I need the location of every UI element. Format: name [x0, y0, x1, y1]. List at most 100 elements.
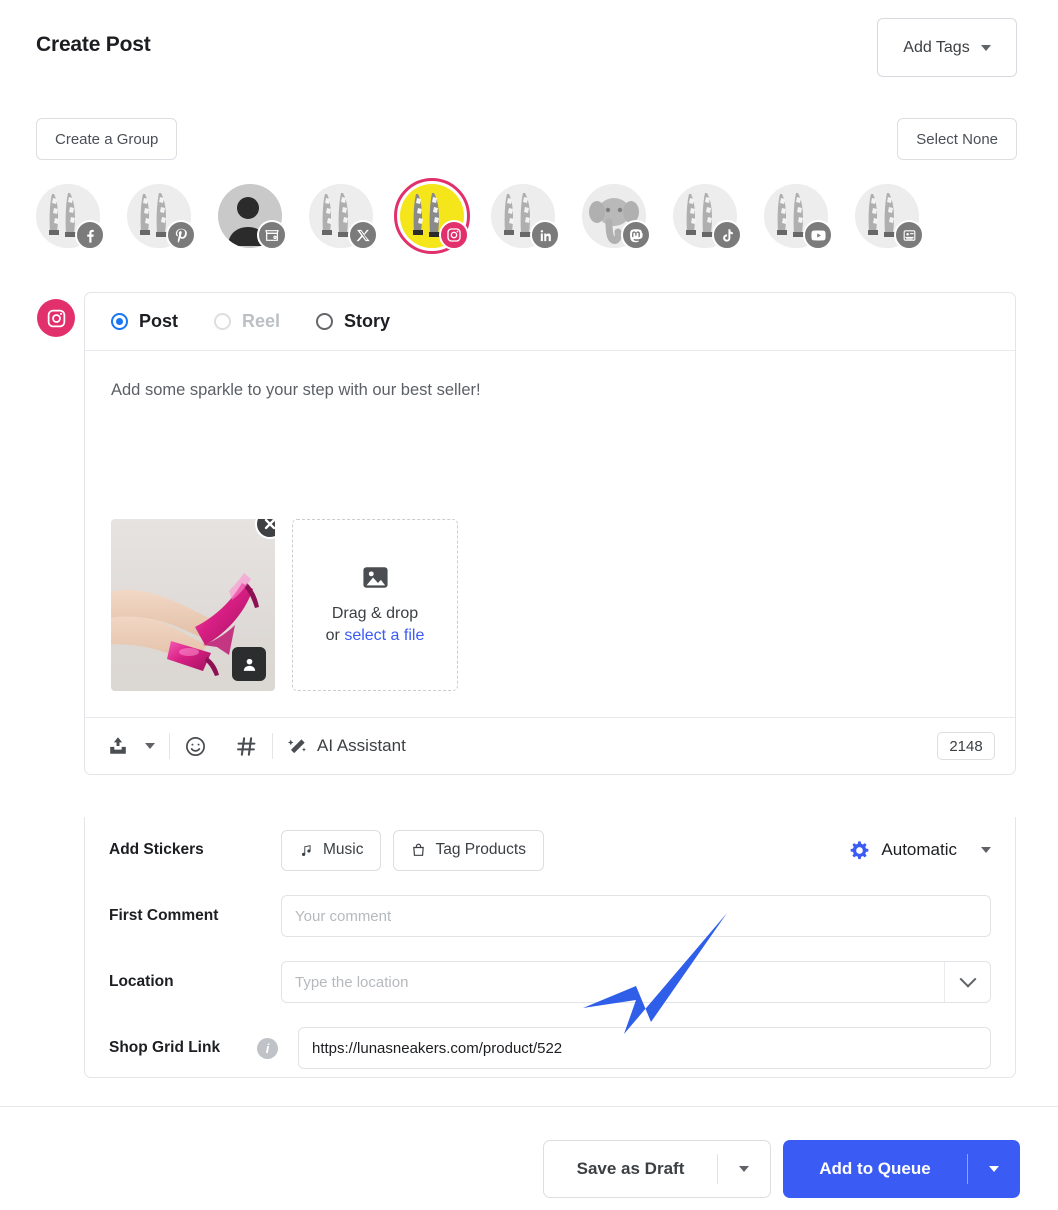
- image-placeholder-icon: [362, 567, 388, 589]
- tag-products-label: Tag Products: [435, 841, 526, 858]
- ai-assistant-button[interactable]: AI Assistant: [287, 736, 406, 757]
- account-avatar-x-twitter[interactable]: [309, 184, 378, 250]
- add-stickers-label: Add Stickers: [109, 841, 204, 858]
- shopping-bag-icon: [413, 843, 425, 856]
- emoji-picker-button[interactable]: [184, 735, 207, 758]
- post-type-label: Reel: [242, 311, 281, 331]
- account-avatar-instagram[interactable]: [394, 178, 470, 254]
- music-sticker-button[interactable]: Music: [281, 829, 382, 871]
- account-avatar-youtube[interactable]: [764, 184, 833, 250]
- radio-icon: [316, 313, 334, 330]
- instagram-network-icon: [37, 299, 75, 337]
- x-twitter-badge-icon: [348, 220, 378, 250]
- create-group-button[interactable]: Create a Group: [36, 118, 178, 160]
- select-none-label: Select None: [916, 130, 998, 148]
- account-avatar-facebook[interactable]: [36, 184, 105, 250]
- character-count: 2148: [937, 732, 995, 760]
- toolbar-divider: [272, 733, 273, 759]
- hashtag-button[interactable]: [235, 735, 258, 758]
- linkedin-badge-icon: [530, 220, 560, 250]
- dropzone-line2-prefix: or: [325, 627, 345, 644]
- post-type-reel: Reel: [214, 311, 280, 332]
- page-header: Create Post Add Tags: [0, 0, 1058, 96]
- upload-dropdown-button[interactable]: [145, 743, 155, 749]
- page-footer: Save as Draft Add to Queue: [0, 1107, 1058, 1210]
- dropzone-line1: Drag & drop: [331, 605, 419, 623]
- location-label: Location: [109, 973, 174, 990]
- account-avatar-pinterest[interactable]: [127, 184, 196, 250]
- chevron-down-icon: [959, 970, 976, 988]
- composer-toolbar: AI Assistant 2148: [85, 717, 1015, 774]
- save-as-draft-label: Save as Draft: [576, 1159, 685, 1178]
- location-placeholder: Type the location: [295, 973, 409, 991]
- media-thumbnail[interactable]: [111, 519, 275, 691]
- shop-grid-input[interactable]: https://lunasneakers.com/product/522: [298, 1027, 991, 1069]
- gear-icon: [851, 840, 869, 859]
- select-none-button[interactable]: Select None: [897, 118, 1017, 160]
- music-label: Music: [323, 841, 364, 858]
- create-post-page: Create Post Add Tags Create a Group Sele…: [0, 0, 1058, 1210]
- page-title: Create Post: [36, 33, 151, 56]
- save-as-draft-button[interactable]: Save as Draft: [543, 1140, 771, 1198]
- add-to-queue-label: Add to Queue: [819, 1159, 931, 1178]
- shop-grid-value: https://lunasneakers.com/product/522: [312, 1039, 563, 1057]
- magic-wand-icon: [287, 738, 306, 753]
- tiktok-badge-icon: [712, 220, 742, 250]
- account-selector: [36, 178, 1026, 270]
- account-avatar-tiktok[interactable]: [673, 184, 742, 250]
- location-row: Location Type the location: [85, 949, 1015, 1015]
- business-listing-badge-icon: [894, 220, 924, 250]
- first-comment-input[interactable]: Your comment: [281, 895, 991, 937]
- media-dropzone[interactable]: Drag & drop or select a file: [292, 519, 458, 691]
- caption-editor[interactable]: Add some sparkle to your step with our b…: [85, 351, 1015, 501]
- tag-products-button[interactable]: Tag Products: [393, 829, 544, 871]
- shop-grid-label: Shop Grid Link: [109, 1039, 221, 1056]
- hashtag-icon: [237, 736, 256, 756]
- post-options: Add Stickers Music Tag Products Automati…: [84, 817, 1016, 1078]
- location-input[interactable]: Type the location: [281, 961, 991, 1003]
- add-tags-label: Add Tags: [903, 38, 970, 56]
- post-type-label: Story: [344, 311, 391, 331]
- chevron-down-icon: [980, 44, 991, 51]
- add-tags-button[interactable]: Add Tags: [877, 18, 1017, 77]
- post-type-tabs: Post Reel Story: [85, 293, 1015, 351]
- post-composer: Post Reel Story Add some sparkle to your s…: [37, 292, 1016, 775]
- google-business-badge-icon: [257, 220, 287, 250]
- first-comment-row: First Comment Your comment: [85, 883, 1015, 949]
- account-avatar-linkedin[interactable]: [491, 184, 560, 250]
- post-type-post[interactable]: Post: [111, 311, 178, 332]
- first-comment-label: First Comment: [109, 907, 219, 924]
- post-type-story[interactable]: Story: [316, 311, 390, 332]
- account-avatar-mastodon[interactable]: [582, 184, 651, 250]
- account-avatar-business-listing[interactable]: [855, 184, 924, 250]
- dropzone-text: Drag & drop or select a file: [326, 603, 425, 646]
- chevron-down-icon: [145, 743, 155, 749]
- pinterest-badge-icon: [166, 220, 196, 250]
- automatic-posting-select[interactable]: Automatic: [849, 840, 991, 861]
- add-to-queue-button[interactable]: Add to Queue: [783, 1140, 1020, 1198]
- caption-text: Add some sparkle to your step with our b…: [111, 381, 481, 399]
- radio-icon: [214, 313, 232, 330]
- select-file-link[interactable]: select a file: [344, 627, 424, 644]
- shop-grid-info-icon[interactable]: i: [257, 1037, 278, 1059]
- account-avatar-google-business[interactable]: [218, 184, 287, 250]
- add-to-queue-dropdown[interactable]: [968, 1166, 1020, 1172]
- upload-media-button[interactable]: [107, 735, 129, 757]
- post-type-label: Post: [139, 311, 179, 331]
- chevron-down-icon: [981, 847, 991, 853]
- instagram-badge-icon: [439, 220, 469, 250]
- shop-grid-row: Shop Grid Link i https://lunasneakers.co…: [85, 1015, 1015, 1081]
- toolbar-divider: [169, 733, 170, 759]
- location-dropdown-button[interactable]: [944, 962, 990, 1002]
- upload-icon: [110, 737, 126, 754]
- person-tag-icon: [243, 658, 255, 671]
- ai-assistant-label: AI Assistant: [317, 736, 406, 755]
- chevron-down-icon: [739, 1166, 749, 1172]
- radio-icon: [111, 313, 128, 330]
- media-row: Drag & drop or select a file: [85, 501, 1015, 717]
- chevron-down-icon: [989, 1166, 999, 1172]
- close-icon: [264, 519, 275, 530]
- mastodon-badge-icon: [621, 220, 651, 250]
- save-as-draft-dropdown[interactable]: [718, 1166, 770, 1172]
- tag-people-button[interactable]: [232, 647, 266, 681]
